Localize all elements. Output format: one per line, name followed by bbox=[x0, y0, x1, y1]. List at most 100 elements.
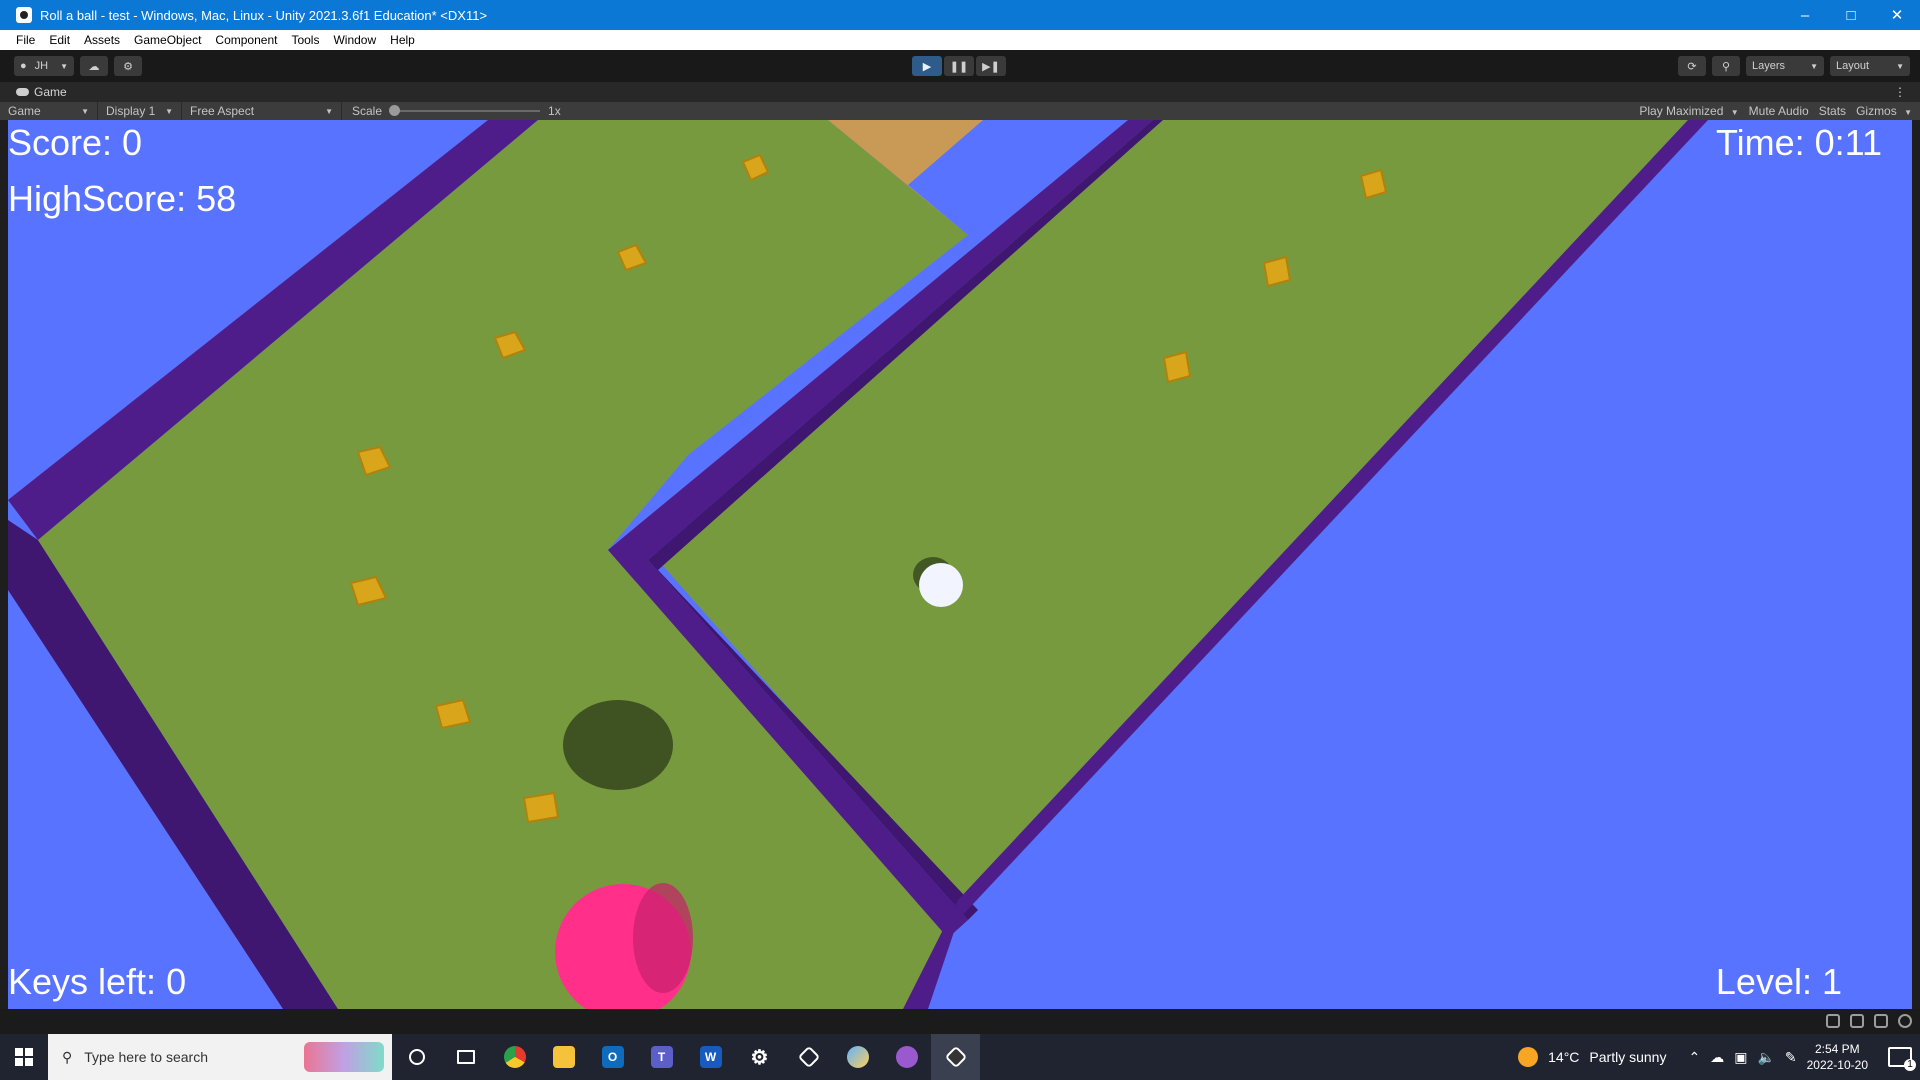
scale-label: Scale bbox=[352, 104, 383, 118]
taskbar-search[interactable]: ⚲ Type here to search bbox=[48, 1034, 392, 1080]
unity-app-icon bbox=[16, 7, 32, 23]
teams-icon[interactable]: T bbox=[637, 1034, 686, 1080]
white-ball bbox=[919, 563, 963, 607]
close-icon[interactable]: ✕ bbox=[1874, 0, 1920, 30]
notification-icon[interactable]: 1 bbox=[1888, 1047, 1916, 1071]
onedrive-icon[interactable]: ☁ bbox=[1710, 1049, 1724, 1066]
more-options-icon[interactable]: ⋮ bbox=[1894, 85, 1906, 99]
menu-tools[interactable]: Tools bbox=[284, 30, 326, 50]
unity-hub-icon[interactable] bbox=[784, 1034, 833, 1080]
scale-control: Scale 1x bbox=[342, 104, 561, 118]
task-view-icon[interactable] bbox=[441, 1034, 490, 1080]
menu-window[interactable]: Window bbox=[326, 30, 383, 50]
gizmos-label: Gizmos bbox=[1856, 104, 1897, 118]
pickup-cube bbox=[1262, 255, 1292, 288]
step-button[interactable]: ▶❚ bbox=[976, 56, 1006, 76]
keys-left-text: Keys left: 0 bbox=[8, 961, 187, 1002]
pause-button[interactable]: ❚❚ bbox=[944, 56, 974, 76]
chevron-down-icon: ▼ bbox=[1810, 61, 1818, 71]
word-icon[interactable]: W bbox=[686, 1034, 735, 1080]
account-icon: ● bbox=[20, 60, 27, 72]
search-icon: ⚲ bbox=[62, 1048, 73, 1065]
game-view-toggles: Play Maximized ▼ Mute Audio Stats Gizmos… bbox=[1639, 102, 1912, 120]
display-dropdown[interactable]: Display 1 ▼ bbox=[98, 102, 182, 120]
weather-text: Partly sunny bbox=[1589, 1049, 1667, 1065]
paint-icon[interactable] bbox=[833, 1034, 882, 1080]
view-mode-dropdown[interactable]: Game ▼ bbox=[0, 102, 98, 120]
collab-icon[interactable]: ⚙ bbox=[114, 56, 142, 76]
chevron-down-icon: ▼ bbox=[165, 106, 173, 116]
display-label: Display 1 bbox=[106, 104, 156, 118]
chevron-down-icon: ▼ bbox=[1896, 61, 1904, 71]
game-viewport[interactable]: Score: 0 HighScore: 58 Time: 0:11 Keys l… bbox=[8, 120, 1912, 1009]
cortana-icon[interactable] bbox=[392, 1034, 441, 1080]
highscore-text: HighScore: 58 bbox=[8, 178, 237, 219]
volume-icon[interactable]: 🔈 bbox=[1757, 1049, 1774, 1066]
layout-dropdown[interactable]: Layout ▼ bbox=[1830, 56, 1910, 76]
gizmos-dropdown[interactable]: Gizmos ▼ bbox=[1856, 104, 1912, 118]
player-ball-side bbox=[633, 883, 693, 993]
menu-file[interactable]: File bbox=[0, 30, 42, 50]
play-controls: ▶ ❚❚ ▶❚ bbox=[912, 56, 1006, 76]
tab-game-label: Game bbox=[34, 85, 67, 99]
pen-icon[interactable]: ✎ bbox=[1785, 1049, 1797, 1066]
tab-game[interactable]: Game bbox=[0, 82, 83, 102]
chevron-down-icon: ▼ bbox=[325, 106, 333, 116]
file-explorer-icon[interactable] bbox=[539, 1034, 588, 1080]
toolbar-right: ⟳ ⚲ Layers ▼ Layout ▼ bbox=[1678, 56, 1910, 76]
search-icon[interactable]: ⚲ bbox=[1712, 56, 1740, 76]
mute-audio-toggle[interactable]: Mute Audio bbox=[1749, 104, 1809, 118]
unity-editor-icon[interactable] bbox=[931, 1034, 980, 1080]
layers-label: Layers bbox=[1752, 60, 1786, 72]
editor-toolbar: ● JH ▼ ☁ ⚙ ▶ ❚❚ ▶❚ ⟳ ⚲ Layers ▼ Layout ▼ bbox=[0, 50, 1920, 82]
bug-icon[interactable] bbox=[1826, 1014, 1840, 1028]
outlook-icon[interactable]: O bbox=[588, 1034, 637, 1080]
scale-slider-knob[interactable] bbox=[389, 105, 401, 116]
chevron-up-icon[interactable]: ⌃ bbox=[1688, 1049, 1700, 1066]
maximize-icon[interactable]: □ bbox=[1828, 0, 1874, 30]
history-icon[interactable]: ⟳ bbox=[1678, 56, 1706, 76]
play-button[interactable]: ▶ bbox=[912, 56, 942, 76]
start-button[interactable] bbox=[0, 1034, 48, 1080]
scale-slider[interactable] bbox=[389, 105, 541, 116]
status-icons bbox=[1826, 1014, 1912, 1028]
menu-edit[interactable]: Edit bbox=[42, 30, 77, 50]
game-scene bbox=[8, 120, 1708, 1009]
stats-toggle[interactable]: Stats bbox=[1819, 104, 1846, 118]
chevron-down-icon: ▼ bbox=[81, 106, 89, 116]
aspect-dropdown[interactable]: Free Aspect ▼ bbox=[182, 102, 342, 120]
menu-help[interactable]: Help bbox=[383, 30, 422, 50]
weather-temp: 14°C bbox=[1548, 1049, 1580, 1065]
pickup-cube bbox=[1162, 350, 1192, 384]
windows-logo-icon bbox=[15, 1048, 33, 1066]
play-maximized-dropdown[interactable]: Play Maximized ▼ bbox=[1639, 104, 1738, 118]
account-dropdown[interactable]: ● JH ▼ bbox=[14, 56, 74, 76]
account-label: JH bbox=[34, 60, 49, 72]
aspect-label: Free Aspect bbox=[190, 104, 255, 118]
network-icon[interactable]: ▣ bbox=[1734, 1049, 1747, 1066]
check-circle-icon[interactable] bbox=[1898, 1014, 1912, 1028]
database-icon[interactable] bbox=[1850, 1014, 1864, 1028]
cloud-icon[interactable]: ☁ bbox=[80, 56, 108, 76]
menu-assets[interactable]: Assets bbox=[77, 30, 127, 50]
minimize-icon[interactable]: – bbox=[1782, 0, 1828, 30]
settings-icon[interactable]: ⚙ bbox=[735, 1034, 784, 1080]
weather-icon[interactable] bbox=[1518, 1047, 1539, 1067]
game-view-controls: Game ▼ Display 1 ▼ Free Aspect ▼ Scale 1… bbox=[0, 102, 1920, 120]
play-mode-label: Play Maximized bbox=[1639, 104, 1724, 118]
clock-date: 2022-10-20 bbox=[1806, 1058, 1868, 1072]
layers-dropdown[interactable]: Layers ▼ bbox=[1746, 56, 1824, 76]
clock[interactable]: 2:54 PM 2022-10-20 bbox=[1807, 1041, 1868, 1073]
search-placeholder: Type here to search bbox=[84, 1049, 209, 1065]
scale-value: 1x bbox=[548, 104, 561, 118]
network-icon[interactable] bbox=[1874, 1014, 1888, 1028]
windows-taskbar: ⚲ Type here to search O T W ⚙ 14°C Partl… bbox=[0, 1034, 1920, 1080]
chevron-down-icon: ▼ bbox=[60, 61, 68, 71]
menu-component[interactable]: Component bbox=[208, 30, 284, 50]
chrome-icon[interactable] bbox=[490, 1034, 539, 1080]
pickup-cube bbox=[522, 791, 560, 824]
github-icon[interactable] bbox=[882, 1034, 931, 1080]
menu-gameobject[interactable]: GameObject bbox=[127, 30, 208, 50]
search-highlight-art bbox=[304, 1042, 384, 1072]
notification-count: 1 bbox=[1904, 1059, 1916, 1071]
